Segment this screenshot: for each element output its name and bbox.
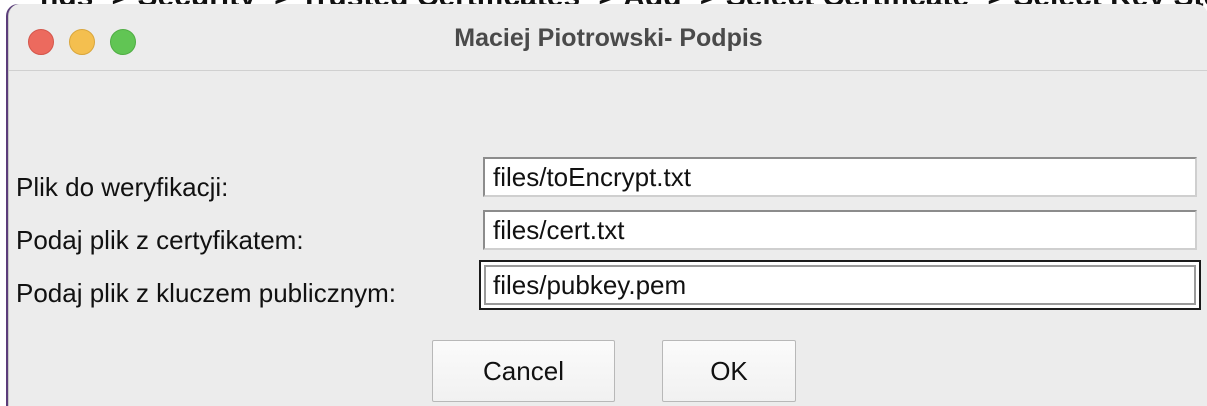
- certificate-file-input[interactable]: [483, 210, 1197, 250]
- verify-file-label: Plik do weryfikacji:: [16, 172, 229, 202]
- title-bar[interactable]: Maciej Piotrowski- Podpis: [9, 4, 1207, 71]
- certificate-file-label: Podaj plik z certyfikatem:: [16, 225, 304, 255]
- public-key-file-input[interactable]: [479, 260, 1201, 310]
- cancel-button[interactable]: Cancel: [432, 340, 615, 402]
- screen: ngs -> Security -> Trusted Certificates …: [0, 0, 1207, 406]
- dialog-window: Maciej Piotrowski- Podpis Plik do weryfi…: [8, 4, 1207, 406]
- verify-file-input[interactable]: [483, 157, 1197, 197]
- window-title: Maciej Piotrowski- Podpis: [454, 24, 763, 52]
- ok-button[interactable]: OK: [662, 340, 796, 402]
- public-key-file-label: Podaj plik z kluczem publicznym:: [16, 278, 397, 308]
